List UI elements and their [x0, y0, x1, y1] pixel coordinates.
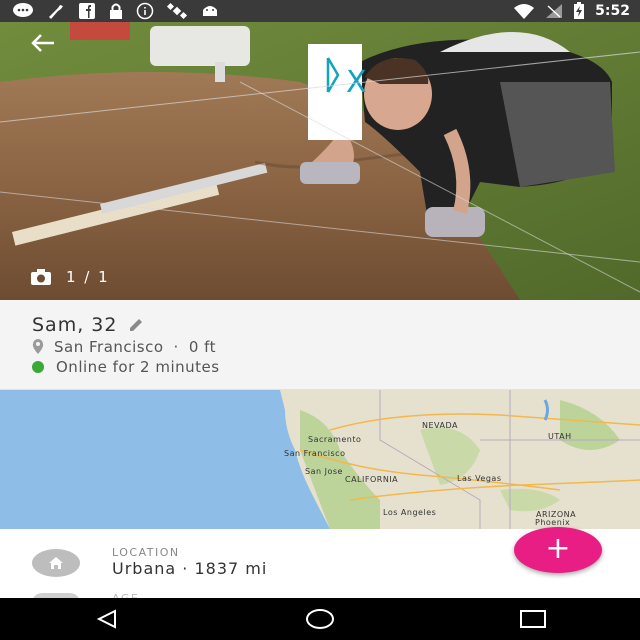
map-image	[0, 390, 640, 529]
camera-icon	[31, 269, 51, 285]
location-city: San Francisco	[54, 338, 164, 356]
nav-back-button[interactable]	[77, 598, 137, 640]
home-icon	[32, 549, 80, 577]
status-bar: 5:52	[0, 0, 640, 22]
satellite-icon	[166, 2, 188, 20]
name-age: Sam, 32	[32, 314, 118, 336]
location-row: San Francisco · 0 ft	[32, 338, 216, 356]
map-label-phoenix: Phoenix	[535, 518, 571, 527]
map-label-san-francisco: San Francisco	[284, 449, 346, 458]
android-icon	[203, 6, 217, 16]
map-label-utah: UTAH	[548, 432, 572, 441]
photo-counter-text: 1 / 1	[66, 268, 110, 286]
photo-image: X	[0, 22, 640, 300]
location-distance: 0 ft	[188, 338, 217, 356]
name-row: Sam, 32	[32, 314, 145, 336]
info-icon	[136, 2, 154, 20]
add-fab-button[interactable]: +	[514, 527, 602, 573]
map-label-nevada: NEVADA	[422, 421, 458, 430]
navigation-bar	[0, 598, 640, 640]
map-label-sacramento: Sacramento	[308, 435, 362, 444]
wrench-icon	[49, 5, 63, 19]
triangle-back-icon	[96, 609, 116, 629]
arrow-back-icon	[31, 34, 54, 52]
online-status-row: Online for 2 minutes	[32, 358, 220, 376]
nav-home-button[interactable]	[290, 598, 350, 640]
online-status-dot	[32, 361, 44, 373]
facebook-icon	[79, 3, 95, 19]
location-map[interactable]: Sacramento San Francisco San Jose CALIFO…	[0, 390, 640, 529]
chat-bubble-icon	[13, 3, 33, 17]
profile-photo[interactable]: X	[0, 22, 640, 300]
map-label-california: CALIFORNIA	[345, 475, 399, 484]
online-status-text: Online for 2 minutes	[56, 358, 220, 376]
system-icons: 5:52	[513, 0, 630, 22]
lock-icon	[110, 3, 122, 19]
battery-charging-icon	[574, 2, 585, 19]
clock: 5:52	[595, 3, 630, 19]
square-recents-icon	[520, 610, 547, 628]
location-value: Urbana · 1837 mi	[112, 559, 268, 578]
map-label-los-angeles: Los Angeles	[383, 508, 437, 517]
notification-icons	[12, 2, 220, 20]
location-label: LOCATION	[112, 546, 180, 559]
nav-recents-button[interactable]	[503, 598, 563, 640]
wifi-icon	[514, 4, 535, 19]
location-pin-icon	[32, 339, 44, 354]
location-separator: ·	[173, 338, 179, 356]
signal-icon	[546, 4, 563, 18]
map-label-las-vegas: Las Vegas	[457, 474, 502, 483]
photo-counter: 1 / 1	[30, 268, 110, 286]
profile-info-card: Sam, 32 San Francisco · 0 ft Online for …	[0, 300, 640, 390]
edit-pencil-icon[interactable]	[127, 316, 145, 334]
circle-home-icon	[305, 609, 334, 629]
back-button[interactable]	[28, 32, 58, 58]
map-label-san-jose: San Jose	[305, 467, 343, 476]
